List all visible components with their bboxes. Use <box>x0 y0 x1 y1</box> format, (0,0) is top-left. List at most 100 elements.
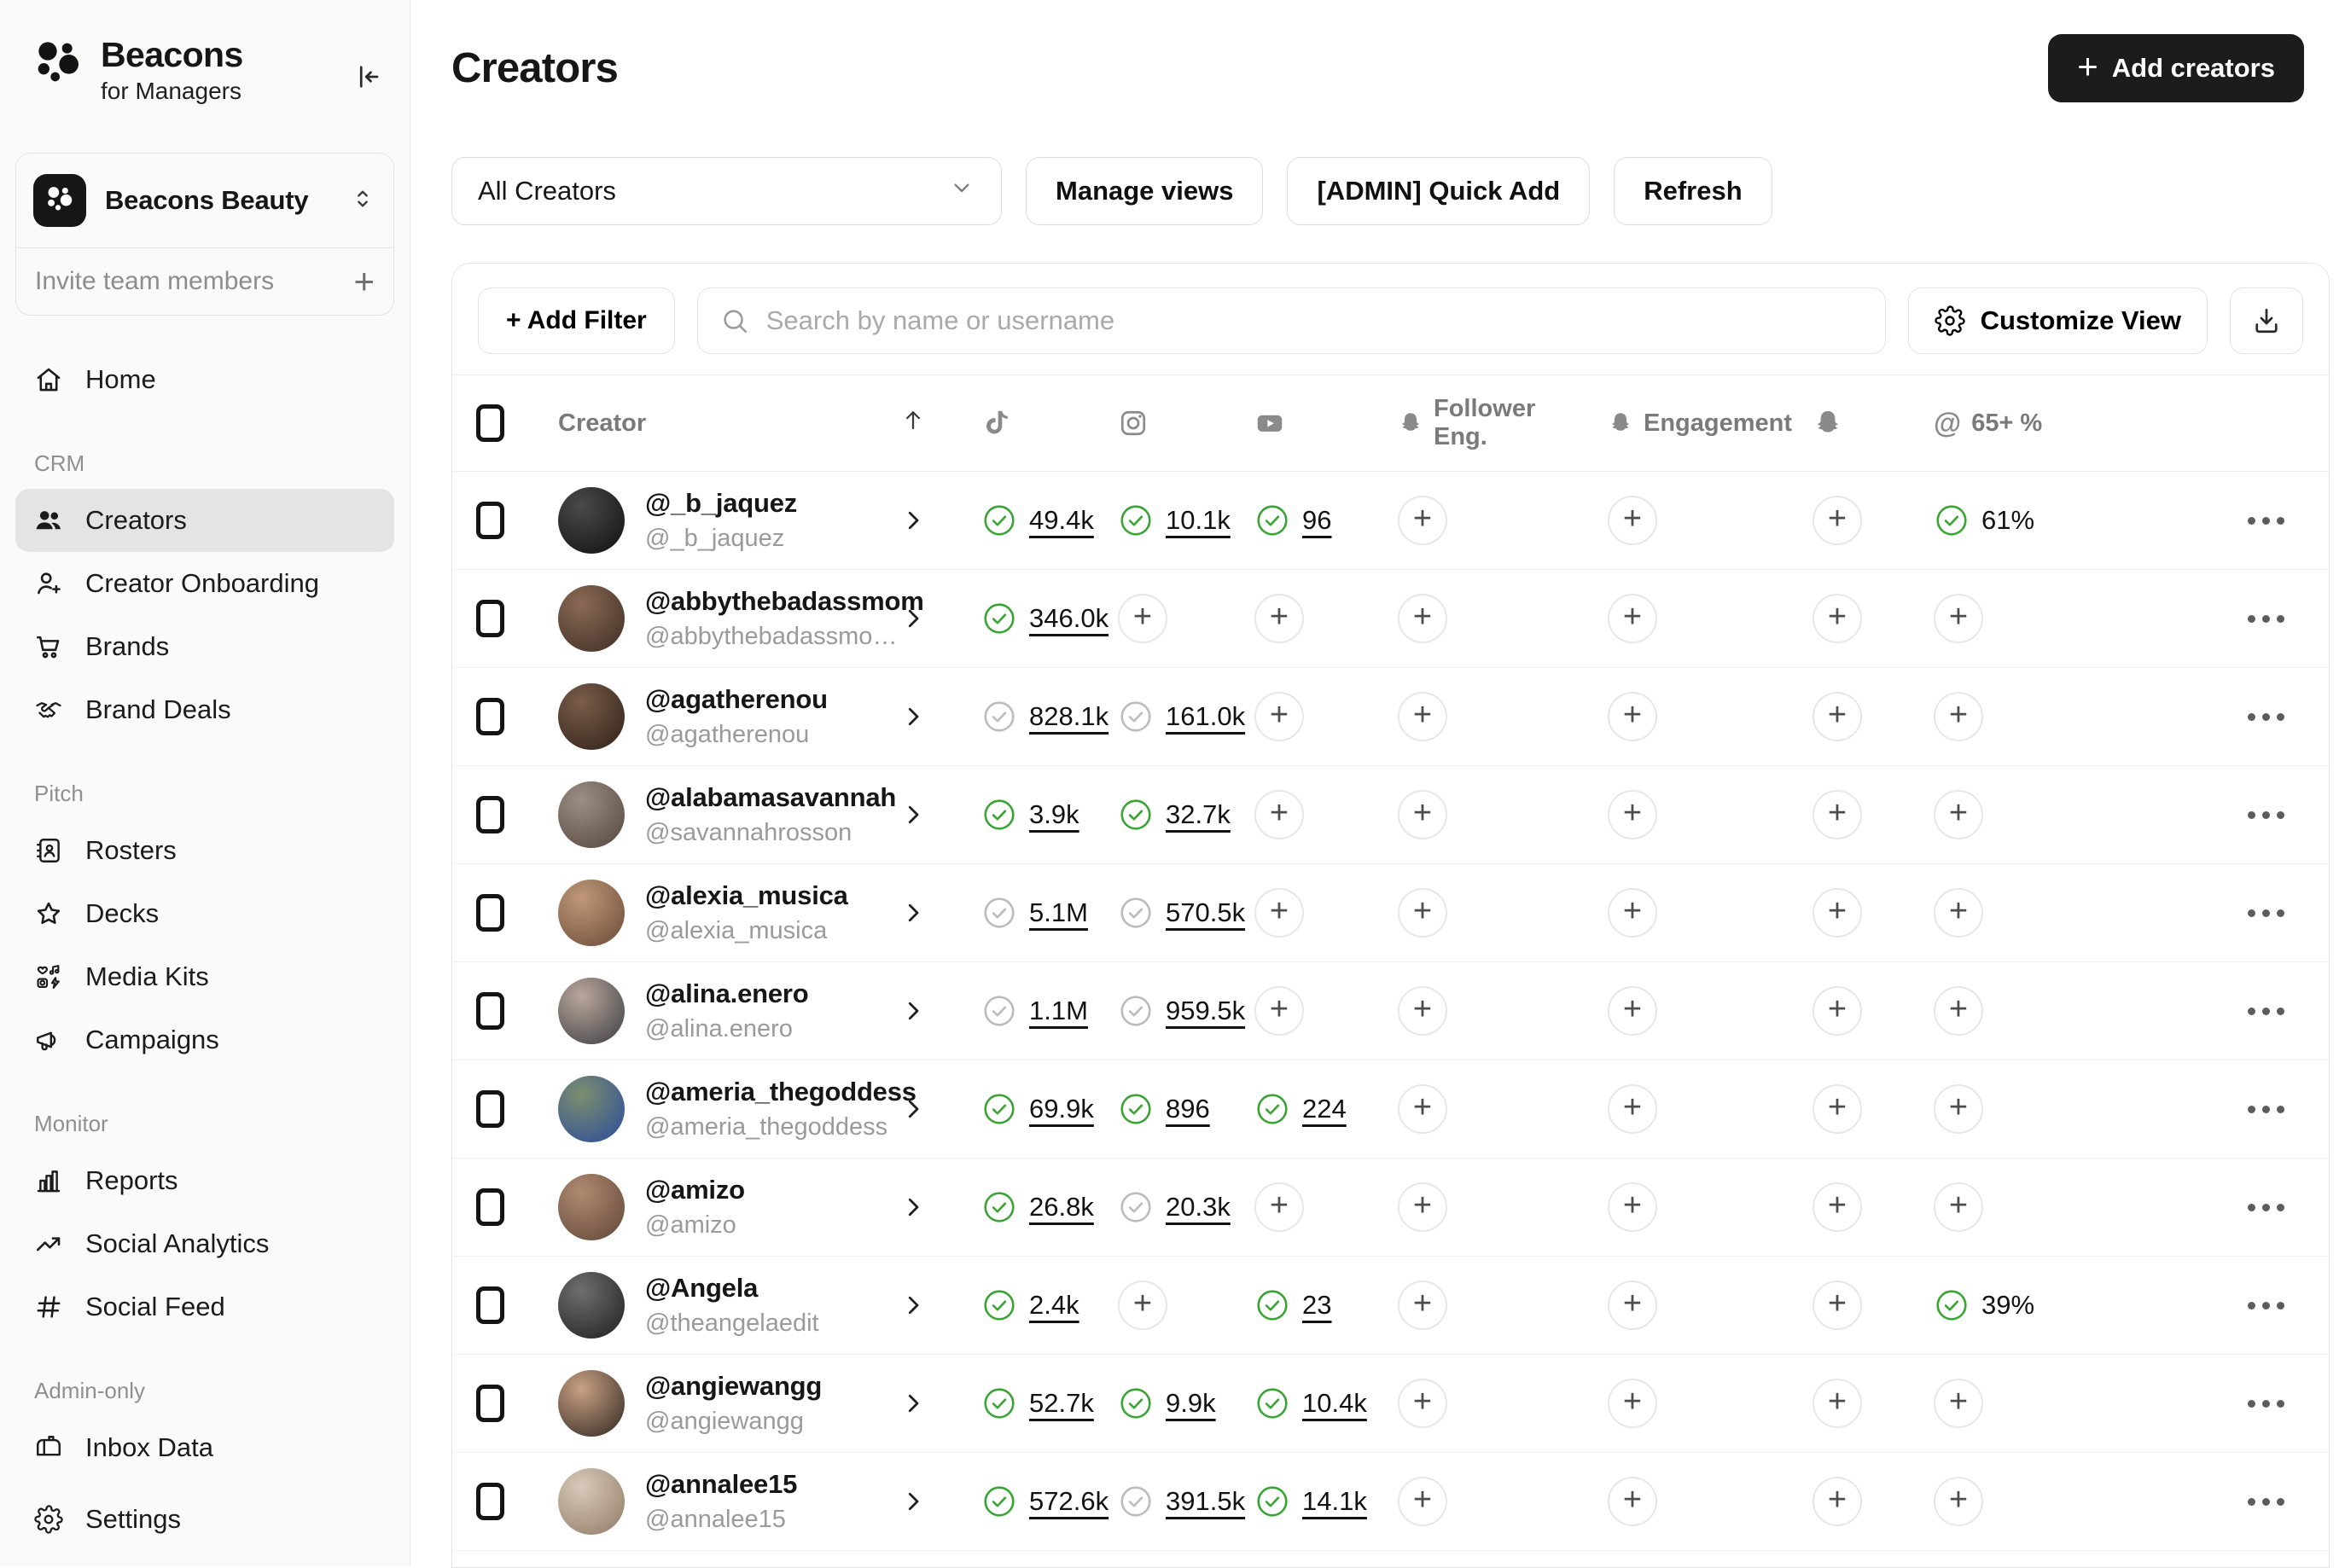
add-snapchat-button[interactable]: + <box>1813 1182 1862 1232</box>
sidebar-item-home[interactable]: Home <box>15 348 394 411</box>
sidebar-item-social-feed[interactable]: Social Feed <box>15 1275 394 1339</box>
creator-cell[interactable]: @amizo @amizo <box>527 1174 886 1240</box>
creator-cell[interactable]: @abbythebadassmom @abbythebadassmo… <box>527 585 886 652</box>
select-all-checkbox[interactable] <box>476 404 504 442</box>
add-65-plus-pct-button[interactable]: + <box>1934 692 1983 741</box>
creator-cell[interactable]: @ameria_thegoddess @ameria_thegoddess <box>527 1076 886 1142</box>
row-checkbox[interactable] <box>476 1188 504 1226</box>
add-follower-eng-button[interactable]: + <box>1398 1084 1447 1134</box>
add-engagement-button[interactable]: + <box>1608 1379 1657 1428</box>
creator-cell[interactable]: @alabamasavannah @savannahrosson <box>527 781 886 848</box>
creator-cell[interactable]: @annalee15 @annalee15 <box>527 1468 886 1535</box>
row-menu-button[interactable] <box>2239 705 2293 729</box>
row-checkbox[interactable] <box>476 1483 504 1520</box>
add-snapchat-button[interactable]: + <box>1813 1379 1862 1428</box>
row-menu-button[interactable] <box>2239 1097 2293 1122</box>
expand-row-chevron-icon[interactable] <box>900 1194 926 1220</box>
add-follower-eng-button[interactable]: + <box>1398 1281 1447 1330</box>
download-button[interactable] <box>2230 287 2303 354</box>
add-snapchat-button[interactable]: + <box>1813 692 1862 741</box>
row-menu-button[interactable] <box>2239 901 2293 926</box>
tiktok-icon[interactable] <box>981 408 1077 438</box>
instagram-value[interactable]: 9.9k <box>1166 1388 1216 1419</box>
sidebar-item-reports[interactable]: Reports <box>15 1149 394 1212</box>
tiktok-value[interactable]: 3.9k <box>1029 799 1079 830</box>
sidebar-item-creator-onboarding[interactable]: Creator Onboarding <box>15 552 394 615</box>
creator-cell[interactable]: @Angela @theangelaedit <box>527 1272 886 1339</box>
column-header-engagement[interactable]: Engagement <box>1567 409 1772 438</box>
instagram-icon[interactable] <box>1118 408 1213 438</box>
expand-row-chevron-icon[interactable] <box>900 1096 926 1122</box>
add-engagement-button[interactable]: + <box>1608 986 1657 1036</box>
add-65-plus-pct-button[interactable]: + <box>1934 888 1983 938</box>
add-youtube-button[interactable]: + <box>1254 692 1304 741</box>
row-checkbox[interactable] <box>476 1090 504 1128</box>
sidebar-item-settings[interactable]: Settings <box>15 1488 394 1551</box>
add-engagement-button[interactable]: + <box>1608 888 1657 938</box>
row-checkbox[interactable] <box>476 894 504 932</box>
add-follower-eng-button[interactable]: + <box>1398 1379 1447 1428</box>
sidebar-item-media-kits[interactable]: Media Kits <box>15 945 394 1008</box>
refresh-button[interactable]: Refresh <box>1614 157 1772 225</box>
add-creators-button[interactable]: + Add creators <box>2048 34 2304 102</box>
column-header-follower-eng[interactable]: Follower Eng. <box>1357 395 1567 451</box>
creator-cell[interactable]: @_b_jaquez @_b_jaquez <box>527 487 886 554</box>
sidebar-item-brands[interactable]: Brands <box>15 615 394 678</box>
add-follower-eng-button[interactable]: + <box>1398 1182 1447 1232</box>
add-engagement-button[interactable]: + <box>1608 496 1657 545</box>
add-65-plus-pct-button[interactable]: + <box>1934 986 1983 1036</box>
row-checkbox[interactable] <box>476 1385 504 1422</box>
column-header-creator[interactable]: Creator <box>527 409 886 438</box>
sidebar-item-rosters[interactable]: Rosters <box>15 819 394 882</box>
row-menu-button[interactable] <box>2239 999 2293 1024</box>
expand-row-chevron-icon[interactable] <box>900 704 926 729</box>
row-checkbox[interactable] <box>476 502 504 539</box>
add-snapchat-button[interactable]: + <box>1813 496 1862 545</box>
add-snapchat-button[interactable]: + <box>1813 986 1862 1036</box>
add-youtube-button[interactable]: + <box>1254 1182 1304 1232</box>
youtube-icon[interactable] <box>1254 408 1357 438</box>
add-youtube-button[interactable]: + <box>1254 790 1304 839</box>
sidebar-item-inbox-data[interactable]: Inbox Data <box>15 1416 394 1479</box>
add-follower-eng-button[interactable]: + <box>1398 888 1447 938</box>
sidebar-item-creators[interactable]: Creators <box>15 489 394 552</box>
row-menu-button[interactable] <box>2239 508 2293 533</box>
add-65-plus-pct-button[interactable]: + <box>1934 1084 1983 1134</box>
search-input[interactable] <box>765 305 1863 337</box>
add-snapchat-button[interactable]: + <box>1813 888 1862 938</box>
creator-cell[interactable]: @alexia_musica @alexia_musica <box>527 880 886 946</box>
add-65-plus-pct-button[interactable]: + <box>1934 1379 1983 1428</box>
add-youtube-button[interactable]: + <box>1254 594 1304 643</box>
add-65-plus-pct-button[interactable]: + <box>1934 594 1983 643</box>
row-menu-button[interactable] <box>2239 1195 2293 1220</box>
expand-row-chevron-icon[interactable] <box>900 606 926 631</box>
add-engagement-button[interactable]: + <box>1608 1182 1657 1232</box>
add-65-plus-pct-button[interactable]: + <box>1934 790 1983 839</box>
column-header-snapchat[interactable] <box>1772 408 1893 438</box>
add-engagement-button[interactable]: + <box>1608 692 1657 741</box>
sidebar-item-brand-deals[interactable]: Brand Deals <box>15 678 394 741</box>
add-engagement-button[interactable]: + <box>1608 1477 1657 1526</box>
row-checkbox[interactable] <box>476 796 504 833</box>
youtube-value[interactable]: 224 <box>1302 1094 1347 1124</box>
workspace-selector[interactable]: Beacons Beauty <box>16 154 393 247</box>
sidebar-item-decks[interactable]: Decks <box>15 882 394 945</box>
row-checkbox[interactable] <box>476 600 504 637</box>
add-snapchat-button[interactable]: + <box>1813 790 1862 839</box>
add-snapchat-button[interactable]: + <box>1813 1281 1862 1330</box>
add-engagement-button[interactable]: + <box>1608 1084 1657 1134</box>
row-checkbox[interactable] <box>476 698 504 735</box>
expand-row-chevron-icon[interactable] <box>900 802 926 828</box>
add-filter-button[interactable]: + Add Filter <box>478 287 675 354</box>
row-menu-button[interactable] <box>2239 1293 2293 1318</box>
add-65-plus-pct-button[interactable]: + <box>1934 1182 1983 1232</box>
expand-row-chevron-icon[interactable] <box>900 998 926 1024</box>
creator-cell[interactable]: @angiewangg @angiewangg <box>527 1370 886 1437</box>
customize-view-button[interactable]: Customize View <box>1908 287 2208 354</box>
add-follower-eng-button[interactable]: + <box>1398 692 1447 741</box>
expand-row-chevron-icon[interactable] <box>900 900 926 926</box>
creator-cell[interactable]: @agatherenou @agatherenou <box>527 683 886 750</box>
add-instagram-button[interactable]: + <box>1118 594 1167 643</box>
add-follower-eng-button[interactable]: + <box>1398 594 1447 643</box>
row-checkbox[interactable] <box>476 992 504 1030</box>
